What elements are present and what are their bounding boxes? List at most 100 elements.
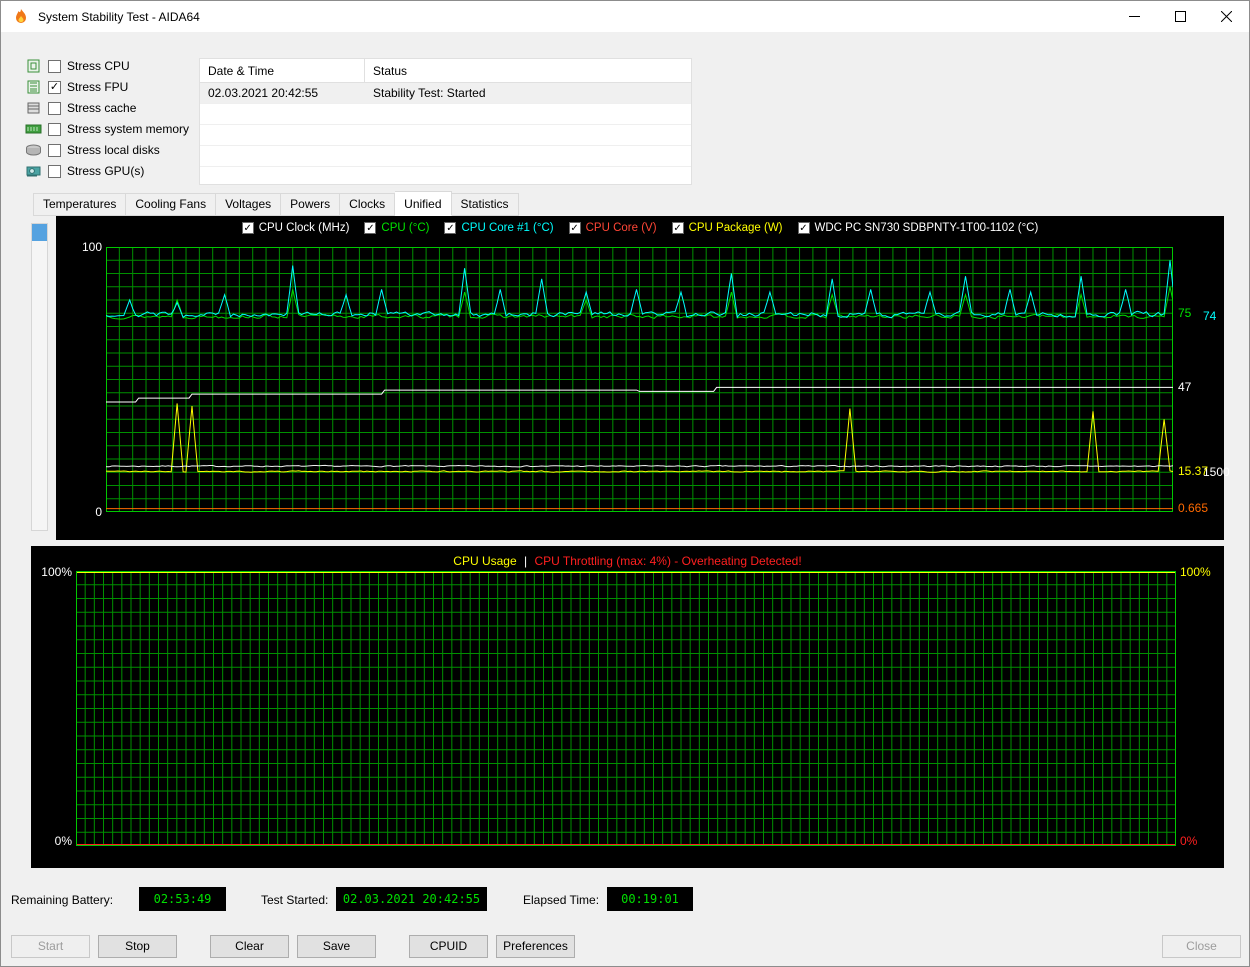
- stress-cache-row[interactable]: Stress cache: [25, 101, 189, 115]
- cpu-usage-plot: [76, 571, 1176, 846]
- legend-label-3: CPU Core (V): [585, 222, 657, 234]
- stress-disks-row[interactable]: Stress local disks: [25, 143, 189, 157]
- test-started-label: Test Started:: [261, 893, 329, 907]
- usage-ymax-right: 100%: [1180, 565, 1211, 579]
- remaining-battery-label: Remaining Battery:: [11, 893, 114, 907]
- legend-checkbox-2[interactable]: ✓: [444, 222, 457, 234]
- stress-fpu-row[interactable]: ✓ Stress FPU: [25, 80, 189, 94]
- tab-statistics[interactable]: Statistics: [451, 193, 519, 216]
- legend-checkbox-5[interactable]: ✓: [797, 222, 810, 234]
- elapsed-time-display: 00:19:01: [607, 887, 693, 911]
- legend-label-4: CPU Package (W): [688, 222, 783, 234]
- stress-cache-label[interactable]: Stress cache: [67, 101, 136, 115]
- tab-voltages[interactable]: Voltages: [216, 193, 282, 216]
- stress-memory-icon: [25, 124, 42, 134]
- cpu-usage-chart: CPU Usage | CPU Throttling (max: 4%) - O…: [31, 546, 1224, 868]
- legend-item-5[interactable]: ✓ WDC PC SN730 SDBPNTY-1T00-1102 (°C): [797, 222, 1038, 234]
- tab-bar: Temperatures Cooling Fans Voltages Powers Cl…: [33, 191, 519, 216]
- log-header: Date & Time Status: [200, 59, 691, 83]
- current-value-label-4: 15.37: [1178, 464, 1209, 478]
- stress-disks-checkbox[interactable]: [48, 143, 61, 157]
- minimize-button[interactable]: [1111, 1, 1157, 32]
- log-row-empty: [200, 167, 691, 188]
- tab-temperatures[interactable]: Temperatures: [33, 193, 127, 216]
- elapsed-time-label: Elapsed Time:: [523, 893, 600, 907]
- cpu-throttling-title-text: CPU Throttling (max: 4%) - Overheating D…: [534, 554, 802, 568]
- tab-clocks[interactable]: Clocks: [340, 193, 396, 216]
- stress-gpu-label[interactable]: Stress GPU(s): [67, 164, 144, 178]
- stress-fpu-checkbox[interactable]: ✓: [48, 80, 61, 94]
- legend-checkbox-1[interactable]: ✓: [364, 222, 377, 234]
- stress-cpu-checkbox[interactable]: [48, 59, 61, 73]
- preferences-button[interactable]: Preferences: [496, 935, 575, 958]
- stress-disks-label[interactable]: Stress local disks: [67, 143, 160, 157]
- usage-ymin-left: 0%: [54, 834, 72, 848]
- stress-cpu-label[interactable]: Stress CPU: [67, 59, 130, 73]
- title-separator: |: [524, 554, 528, 568]
- stress-cpu-icon: [27, 59, 40, 73]
- log-row-status: Stability Test: Started: [373, 86, 486, 100]
- cpu-usage-title: CPU Usage | CPU Throttling (max: 4%) - O…: [31, 554, 1224, 568]
- stress-cache-checkbox[interactable]: [48, 101, 61, 115]
- log-col-datetime[interactable]: Date & Time: [200, 59, 365, 82]
- legend-item-1[interactable]: ✓ CPU (°C): [364, 222, 429, 234]
- unified-ymin-label: 0: [95, 505, 102, 519]
- stress-fpu-label[interactable]: Stress FPU: [67, 80, 128, 94]
- window-title: System Stability Test - AIDA64: [38, 9, 200, 24]
- tab-cooling-fans[interactable]: Cooling Fans: [126, 193, 217, 216]
- usage-ymax-left: 100%: [41, 565, 72, 579]
- legend-item-4[interactable]: ✓ CPU Package (W): [671, 222, 783, 234]
- close-window-button: Close: [1162, 935, 1241, 958]
- stress-gpu-checkbox[interactable]: [48, 164, 61, 178]
- maximize-icon: [1174, 11, 1186, 22]
- unified-legend: ✓ CPU Clock (MHz) ✓ CPU (°C) ✓ CPU Core #1 (°…: [56, 222, 1224, 234]
- legend-item-2[interactable]: ✓ CPU Core #1 (°C): [444, 222, 554, 234]
- close-icon: [1220, 11, 1232, 22]
- legend-checkbox-0[interactable]: ✓: [241, 222, 254, 234]
- test-started-display: 02.03.2021 20:42:55: [336, 887, 487, 911]
- current-value-label-2: 74: [1203, 309, 1217, 323]
- clear-button[interactable]: Clear: [210, 935, 289, 958]
- flame-icon: [16, 8, 26, 23]
- legend-label-2: CPU Core #1 (°C): [461, 222, 554, 234]
- legend-checkbox-3[interactable]: ✓: [568, 222, 581, 234]
- tab-powers[interactable]: Powers: [281, 193, 341, 216]
- stress-memory-label[interactable]: Stress system memory: [67, 122, 189, 136]
- stress-disks-icon: [26, 144, 41, 156]
- log-row-empty: [200, 146, 691, 167]
- log-row-datetime: 02.03.2021 20:42:55: [208, 86, 319, 100]
- cpu-usage-title-text: CPU Usage: [453, 554, 517, 568]
- legend-item-3[interactable]: ✓ CPU Core (V): [568, 222, 657, 234]
- event-log-table: Date & Time Status 02.03.2021 20:42:55 S…: [199, 58, 692, 188]
- title-bar: System Stability Test - AIDA64: [1, 1, 1249, 32]
- stress-gpu-row[interactable]: Stress GPU(s): [25, 164, 189, 178]
- minimize-icon: [1128, 16, 1140, 17]
- stress-memory-checkbox[interactable]: [48, 122, 61, 136]
- throttling-ymin-right: 0%: [1180, 834, 1198, 848]
- log-row-empty: [200, 125, 691, 146]
- maximize-button[interactable]: [1157, 1, 1203, 32]
- remaining-battery-display: 02:53:49: [139, 887, 226, 911]
- unified-plot: [106, 247, 1173, 512]
- log-row-empty: [200, 104, 691, 125]
- graph-scrollbar-thumb[interactable]: [32, 224, 47, 241]
- current-value-label-3: 0.665: [1178, 501, 1209, 515]
- current-value-label-1: 75: [1178, 306, 1192, 320]
- log-row[interactable]: 02.03.2021 20:42:55 Stability Test: Star…: [200, 83, 691, 104]
- stress-gpu-icon: [26, 166, 41, 177]
- stress-cpu-row[interactable]: Stress CPU: [25, 59, 189, 73]
- start-button: Start: [11, 935, 90, 958]
- cpuid-button[interactable]: CPUID: [409, 935, 488, 958]
- current-value-label-5: 47: [1178, 380, 1192, 394]
- graph-scrollbar[interactable]: [31, 223, 48, 531]
- legend-item-0[interactable]: ✓ CPU Clock (MHz): [241, 222, 349, 234]
- tab-unified[interactable]: Unified: [395, 191, 452, 216]
- log-col-status[interactable]: Status: [365, 59, 691, 82]
- stress-cache-icon: [27, 102, 40, 114]
- stop-button[interactable]: Stop: [98, 935, 177, 958]
- save-button[interactable]: Save: [297, 935, 376, 958]
- legend-checkbox-4[interactable]: ✓: [671, 222, 684, 234]
- unified-chart: ✓ CPU Clock (MHz) ✓ CPU (°C) ✓ CPU Core #1 (°…: [56, 216, 1230, 540]
- stress-memory-row[interactable]: Stress system memory: [25, 122, 189, 136]
- close-button[interactable]: [1203, 1, 1249, 32]
